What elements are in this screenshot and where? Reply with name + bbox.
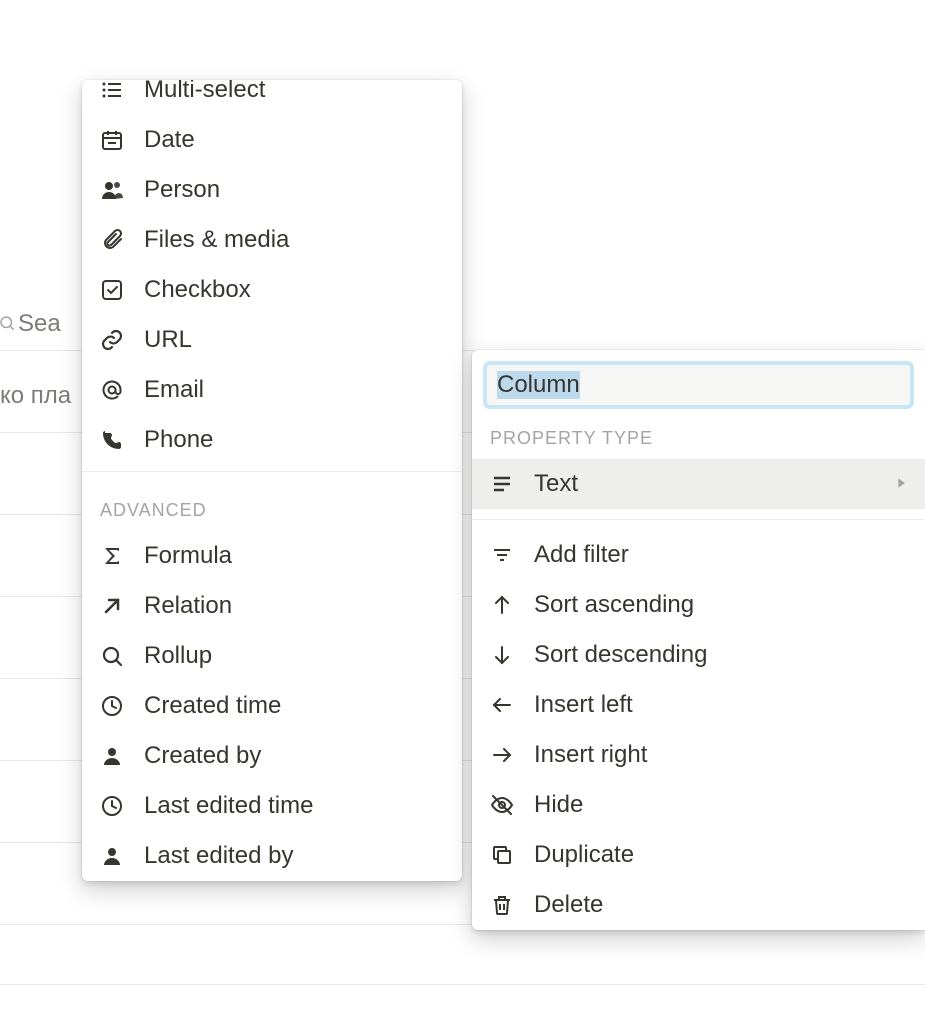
type-item-label: Multi-select	[144, 80, 265, 104]
type-item-checkbox[interactable]: Checkbox	[82, 265, 462, 315]
bg-row-divider	[0, 984, 925, 985]
action-item-label: Delete	[534, 891, 603, 919]
action-item-duplicate[interactable]: Duplicate	[472, 830, 925, 880]
type-item-label: Phone	[144, 426, 213, 454]
duplicate-icon	[488, 843, 516, 867]
sigma-icon	[98, 544, 126, 568]
phone-icon	[98, 428, 126, 452]
property-type-label: Text	[534, 470, 578, 498]
menu-divider	[472, 519, 925, 520]
property-type-header: PROPERTY TYPE	[472, 416, 925, 459]
type-item-url[interactable]: URL	[82, 315, 462, 365]
type-item-label: Date	[144, 126, 195, 154]
arrow-up-icon	[488, 593, 516, 617]
text-icon	[488, 472, 516, 496]
action-item-hide[interactable]: Hide	[472, 780, 925, 830]
action-item-label: Sort descending	[534, 641, 707, 669]
column-name-input[interactable]	[486, 364, 911, 406]
type-adv-item-label: Created time	[144, 692, 281, 720]
action-item-label: Hide	[534, 791, 583, 819]
action-item-insert-left[interactable]: Insert left	[472, 680, 925, 730]
people-icon	[98, 178, 126, 202]
arrow-right-icon	[488, 743, 516, 767]
type-item-phone[interactable]: Phone	[82, 415, 462, 465]
menu-divider	[82, 471, 462, 472]
list-icon	[98, 80, 126, 102]
type-item-label: URL	[144, 326, 192, 354]
bg-row-text: ко пла	[0, 382, 71, 410]
trash-icon	[488, 893, 516, 917]
type-item-person[interactable]: Person	[82, 165, 462, 215]
type-adv-item-label: Created by	[144, 742, 261, 770]
action-item-label: Insert right	[534, 741, 647, 769]
type-item-label: Email	[144, 376, 204, 404]
type-adv-item-label: Rollup	[144, 642, 212, 670]
type-item-date[interactable]: Date	[82, 115, 462, 165]
type-adv-item-label: Relation	[144, 592, 232, 620]
column-menu: PROPERTY TYPE Text Add filter Sort ascend…	[472, 350, 925, 930]
clock-icon	[98, 694, 126, 718]
type-adv-item-last-edited-by[interactable]: Last edited by	[82, 831, 462, 881]
eye-off-icon	[488, 793, 516, 817]
checkbox-icon	[98, 278, 126, 302]
advanced-section-header: ADVANCED	[82, 478, 462, 531]
type-adv-item-rollup[interactable]: Rollup	[82, 631, 462, 681]
arrow-down-icon	[488, 643, 516, 667]
property-type-submenu: Multi-select Date Person Files & media Check…	[82, 80, 462, 881]
type-item-files[interactable]: Files & media	[82, 215, 462, 265]
calendar-icon	[98, 128, 126, 152]
type-adv-item-last-edited-time[interactable]: Last edited time	[82, 781, 462, 831]
action-item-label: Add filter	[534, 541, 629, 569]
bg-search-label: Sea	[18, 310, 61, 338]
type-adv-item-label: Formula	[144, 542, 232, 570]
property-type-selected[interactable]: Text	[472, 459, 925, 509]
filter-icon	[488, 543, 516, 567]
search-icon	[98, 644, 126, 668]
type-item-label: Checkbox	[144, 276, 251, 304]
arrow-ne-icon	[98, 594, 126, 618]
action-item-add-filter[interactable]: Add filter	[472, 530, 925, 580]
person-icon	[98, 844, 126, 868]
action-item-sort-asc[interactable]: Sort ascending	[472, 580, 925, 630]
type-adv-item-created-by[interactable]: Created by	[82, 731, 462, 781]
action-item-label: Sort ascending	[534, 591, 694, 619]
type-item-email[interactable]: Email	[82, 365, 462, 415]
column-name-input-wrap	[472, 350, 925, 416]
type-adv-item-relation[interactable]: Relation	[82, 581, 462, 631]
person-icon	[98, 744, 126, 768]
link-icon	[98, 328, 126, 352]
type-adv-item-formula[interactable]: Formula	[82, 531, 462, 581]
action-item-delete[interactable]: Delete	[472, 880, 925, 930]
action-item-sort-desc[interactable]: Sort descending	[472, 630, 925, 680]
arrow-left-icon	[488, 693, 516, 717]
search-icon	[0, 314, 16, 332]
type-adv-item-created-time[interactable]: Created time	[82, 681, 462, 731]
paperclip-icon	[98, 228, 126, 252]
clock-icon	[98, 794, 126, 818]
action-item-label: Duplicate	[534, 841, 634, 869]
type-item-label: Files & media	[144, 226, 289, 254]
at-icon	[98, 378, 126, 402]
type-adv-item-label: Last edited time	[144, 792, 313, 820]
type-item-label: Person	[144, 176, 220, 204]
type-item-multiselect[interactable]: Multi-select	[82, 80, 462, 115]
chevron-right-icon	[893, 470, 909, 498]
action-item-label: Insert left	[534, 691, 633, 719]
type-adv-item-label: Last edited by	[144, 842, 293, 870]
action-item-insert-right[interactable]: Insert right	[472, 730, 925, 780]
